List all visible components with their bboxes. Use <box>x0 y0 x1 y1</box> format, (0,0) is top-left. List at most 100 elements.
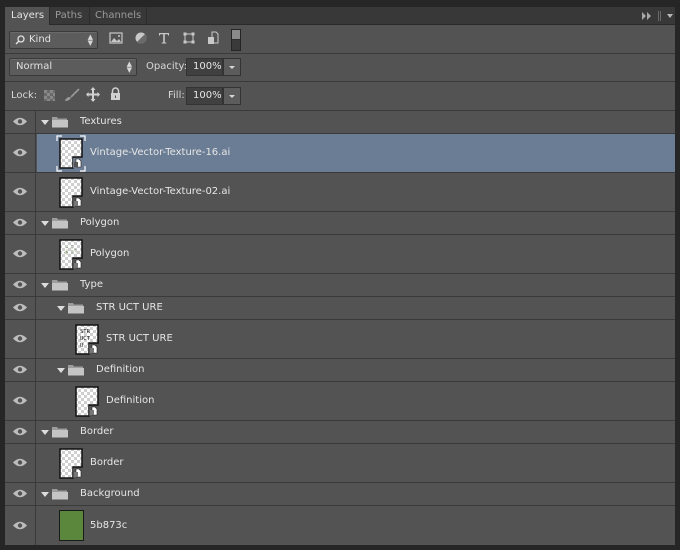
tab-divider <box>146 7 147 25</box>
tab-channels[interactable]: Channels <box>89 7 147 25</box>
eye-icon[interactable] <box>13 427 27 436</box>
layer-name: Textures <box>80 116 122 127</box>
expand-triangle-icon[interactable] <box>41 492 49 497</box>
search-icon <box>15 35 25 45</box>
expand-triangle-icon[interactable] <box>41 283 49 288</box>
layer-group-row[interactable]: STR UCT URE <box>5 297 675 320</box>
visibility-toggle[interactable] <box>5 274 36 296</box>
fill-slider-button[interactable] <box>223 87 241 105</box>
eye-icon[interactable] <box>13 249 27 258</box>
visibility-toggle[interactable] <box>5 444 36 482</box>
layer-name: Polygon <box>80 217 120 228</box>
lock-label: Lock: <box>11 90 38 101</box>
tab-layers[interactable]: Layers <box>5 7 51 26</box>
eye-icon[interactable] <box>13 396 27 405</box>
updown-arrows-icon: ▲ ▼ <box>126 60 132 74</box>
visibility-toggle[interactable] <box>5 483 36 505</box>
layer-row[interactable]: STR UCT U STR UCT URE <box>5 320 675 359</box>
opacity-slider-button[interactable] <box>223 58 241 76</box>
adjustment-layer-filter-icon[interactable] <box>134 31 148 45</box>
expand-triangle-icon[interactable] <box>57 368 65 373</box>
eye-icon[interactable] <box>13 117 27 126</box>
expand-triangle-icon[interactable] <box>41 221 49 226</box>
layer-name: Border <box>90 457 124 468</box>
eye-icon[interactable] <box>13 187 27 196</box>
layer-name: Definition <box>96 364 145 375</box>
blend-mode-select[interactable]: Normal ▲ ▼ <box>9 58 137 76</box>
visibility-toggle[interactable] <box>5 134 36 172</box>
visibility-toggle[interactable] <box>5 235 36 273</box>
lock-all-icon[interactable] <box>110 87 121 101</box>
visibility-toggle[interactable] <box>5 320 36 358</box>
folder-icon <box>68 303 84 314</box>
double-arrow-right-icon[interactable] <box>642 12 652 20</box>
visibility-toggle[interactable] <box>5 297 36 319</box>
layer-row[interactable]: Vintage-Vector-Texture-02.ai <box>5 173 675 212</box>
lock-position-icon[interactable] <box>86 87 100 102</box>
layer-name: Polygon <box>90 248 130 259</box>
eye-icon[interactable] <box>13 489 27 498</box>
layer-group-row[interactable]: Background <box>5 483 675 506</box>
layer-row[interactable]: 5b873c <box>5 506 675 545</box>
smart-object-filter-icon[interactable] <box>206 31 220 45</box>
filter-kind-label: Kind <box>29 34 52 45</box>
expand-triangle-icon[interactable] <box>41 430 49 435</box>
layer-group-row[interactable]: Textures <box>5 111 675 134</box>
layer-group-row[interactable]: Polygon <box>5 212 675 235</box>
eye-icon[interactable] <box>13 334 27 343</box>
layers-panel: Layers Paths Channels Kind ▲ ▼ Normal ▲ ▼ … <box>5 7 675 545</box>
blend-row: Normal ▲ ▼ Opacity: 100% <box>5 54 675 82</box>
updown-arrows-icon: ▲ ▼ <box>87 33 93 47</box>
layer-group-row[interactable]: Type <box>5 274 675 297</box>
filter-kind-select[interactable]: Kind ▲ ▼ <box>9 31 98 49</box>
expand-triangle-icon[interactable] <box>57 306 65 311</box>
filter-toggle-icon[interactable] <box>231 29 241 51</box>
folder-icon <box>52 427 68 438</box>
eye-icon[interactable] <box>13 365 27 374</box>
visibility-toggle[interactable] <box>5 421 36 443</box>
visibility-toggle[interactable] <box>5 382 36 420</box>
layer-row[interactable]: Border <box>5 444 675 483</box>
expand-triangle-icon[interactable] <box>41 120 49 125</box>
visibility-toggle[interactable] <box>5 212 36 234</box>
blend-mode-value: Normal <box>16 61 53 72</box>
fill-input[interactable]: 100% <box>186 87 223 105</box>
layer-row[interactable]: Vintage-Vector-Texture-16.ai <box>5 134 675 173</box>
tab-paths[interactable]: Paths <box>49 7 88 25</box>
folder-icon <box>52 117 68 128</box>
fill-label: Fill: <box>168 90 185 101</box>
visibility-toggle[interactable] <box>5 173 36 211</box>
pixel-layer-filter-icon[interactable] <box>109 31 123 45</box>
folder-icon <box>68 365 84 376</box>
layer-name: STR UCT URE <box>96 302 163 313</box>
opacity-input[interactable]: 100% <box>186 58 223 76</box>
eye-icon[interactable] <box>13 521 27 530</box>
lock-transparent-pixels-icon[interactable] <box>44 90 55 101</box>
svg-text:STR: STR <box>80 329 91 335</box>
lock-row: Lock: Fill: 100% <box>5 82 675 111</box>
folder-icon <box>52 489 68 500</box>
layer-row[interactable]: Polygon <box>5 235 675 274</box>
visibility-toggle[interactable] <box>5 506 36 545</box>
panel-menu-icon[interactable] <box>667 14 673 18</box>
layer-name: Definition <box>106 395 155 406</box>
visibility-toggle[interactable] <box>5 111 36 133</box>
smart-object-thumbnail <box>59 177 83 208</box>
layer-name: STR UCT URE <box>106 333 173 344</box>
layer-row[interactable]: Definition <box>5 382 675 421</box>
layer-group-row[interactable]: Border <box>5 421 675 444</box>
shape-layer-filter-icon[interactable] <box>182 31 196 45</box>
eye-icon[interactable] <box>13 280 27 289</box>
lock-image-pixels-icon[interactable] <box>64 88 80 102</box>
eye-icon[interactable] <box>13 148 27 157</box>
layer-name: Background <box>80 488 140 499</box>
visibility-toggle[interactable] <box>5 359 36 381</box>
filter-row: Kind ▲ ▼ <box>5 26 675 54</box>
layer-group-row[interactable]: Definition <box>5 359 675 382</box>
eye-icon[interactable] <box>13 303 27 312</box>
opacity-label: Opacity: <box>146 61 188 72</box>
type-layer-filter-icon[interactable] <box>157 31 171 45</box>
eye-icon[interactable] <box>13 218 27 227</box>
panel-tab-bar: Layers Paths Channels <box>5 7 675 26</box>
eye-icon[interactable] <box>13 458 27 467</box>
